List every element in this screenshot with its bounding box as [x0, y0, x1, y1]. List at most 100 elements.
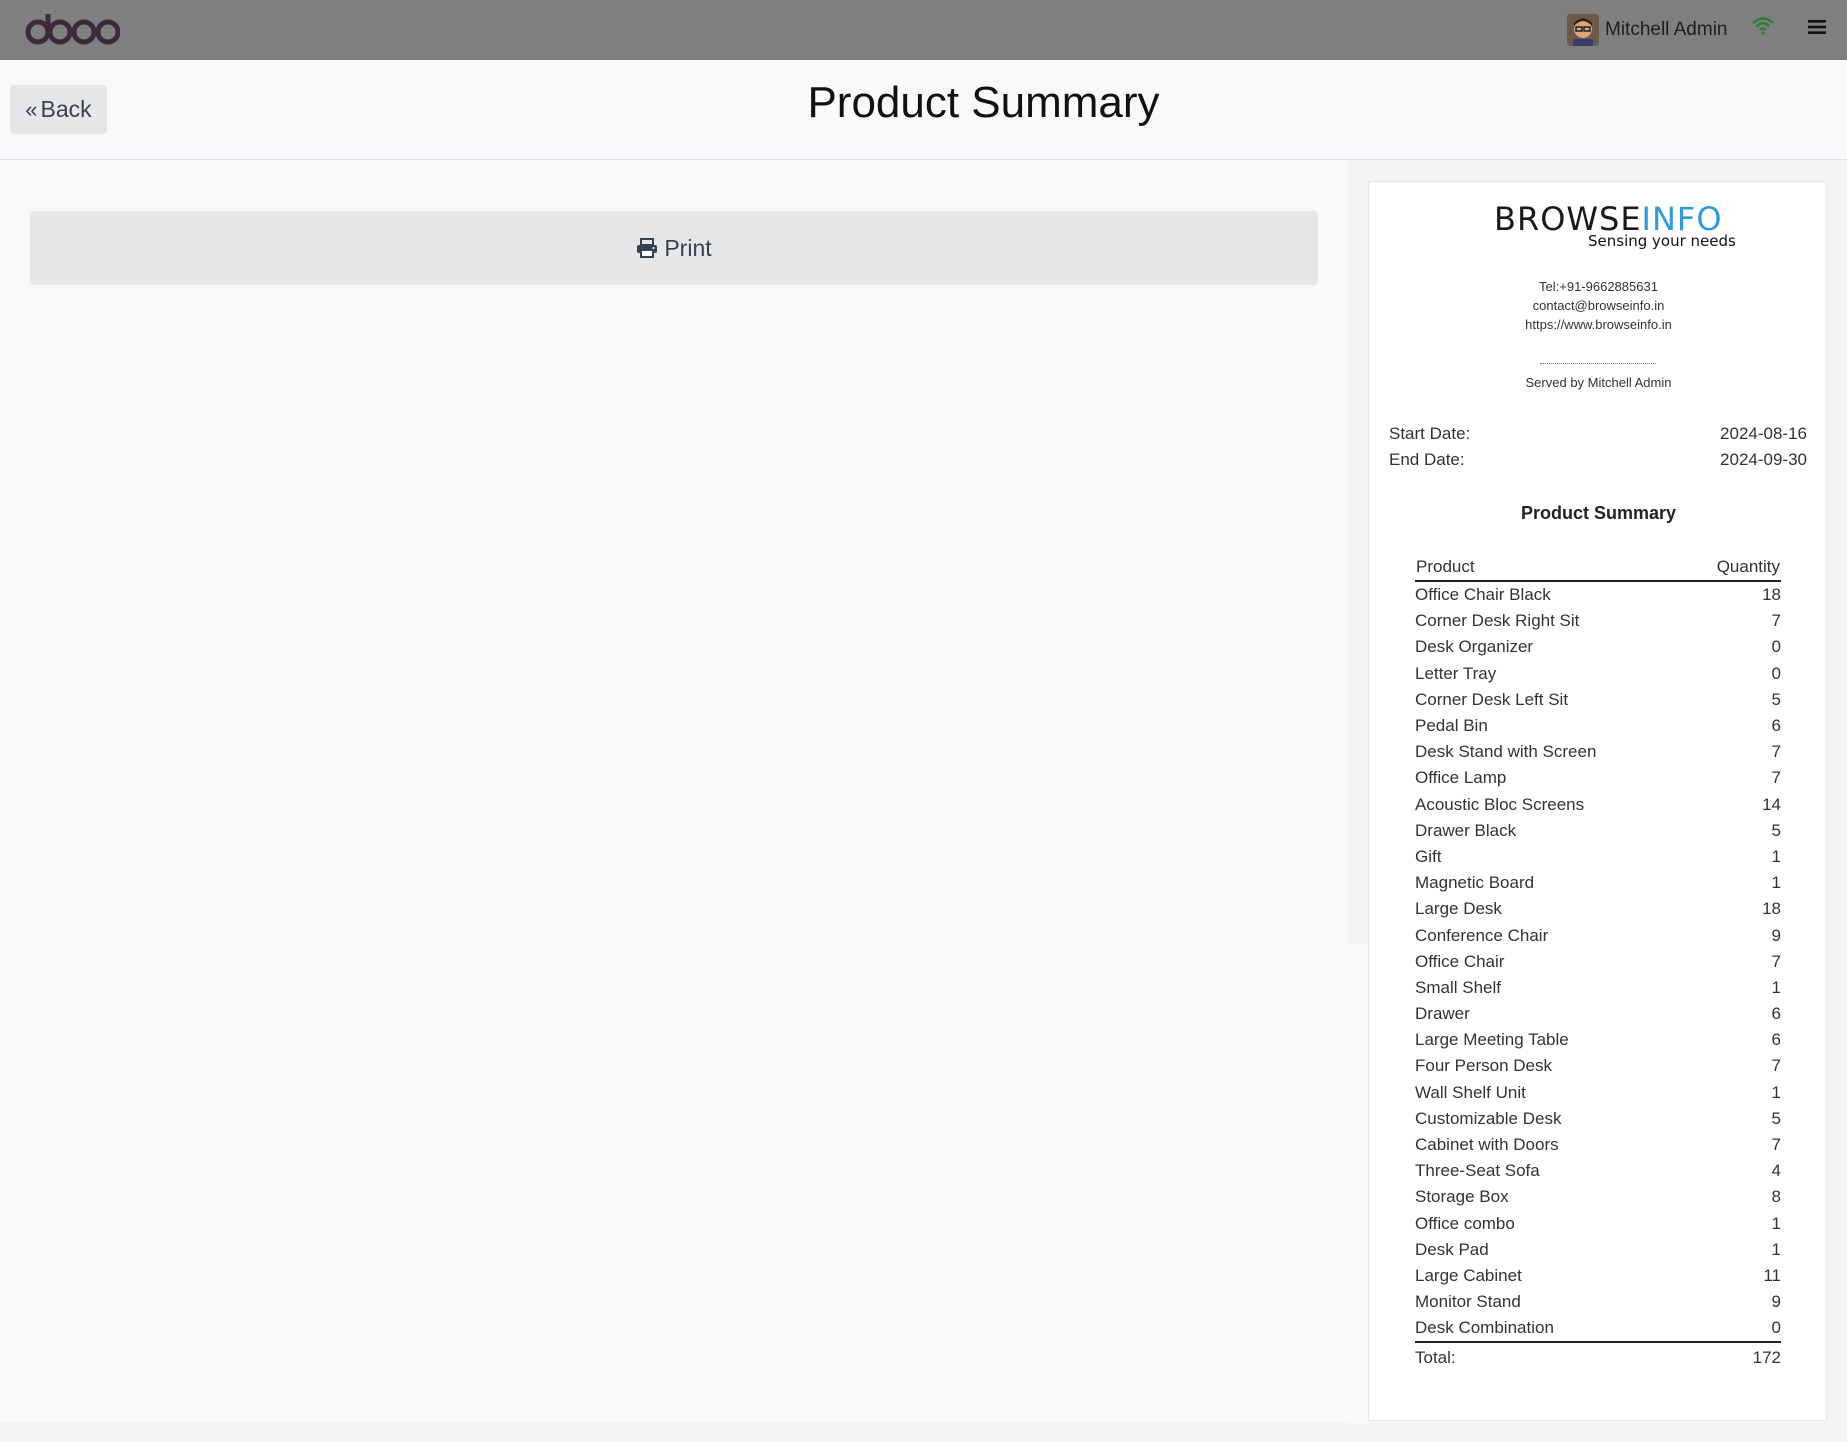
receipt: BROWSEINFO Sensing your needs Tel:+91-96… — [1368, 181, 1827, 1421]
product-quantity: 1 — [1771, 846, 1781, 866]
table-row: Cabinet with Doors 7 — [1415, 1132, 1781, 1158]
table-row: Office combo 1 — [1415, 1211, 1781, 1237]
product-name: Drawer Black — [1415, 820, 1517, 840]
product-name: Corner Desk Left Sit — [1415, 689, 1569, 709]
print-label: Print — [664, 234, 712, 261]
product-name: Office combo — [1415, 1213, 1515, 1233]
table-row: Desk Combination 0 — [1415, 1315, 1781, 1344]
product-name: Desk Combination — [1415, 1315, 1685, 1344]
table-header-row: Product Quantity — [1415, 554, 1781, 582]
table-row: Desk Pad 1 — [1415, 1237, 1781, 1263]
product-name: Acoustic Bloc Screens — [1415, 794, 1585, 814]
product-quantity: 1 — [1771, 1239, 1781, 1259]
table-row: Letter Tray 0 — [1415, 661, 1781, 687]
page-header: « Back Product Summary — [0, 60, 1847, 160]
odoo-logo[interactable] — [24, 10, 120, 50]
table-row: Three-Seat Sofa 4 — [1415, 1158, 1781, 1184]
product-name: Letter Tray — [1415, 663, 1497, 683]
table-row: Office Chair 7 — [1415, 949, 1781, 975]
company-email: contact@browseinfo.in — [1532, 298, 1665, 313]
product-quantity: 0 — [1771, 637, 1781, 657]
pane-divider — [1348, 945, 1368, 1423]
table-row: Large Cabinet 11 — [1415, 1263, 1781, 1289]
product-quantity: 8 — [1771, 1187, 1781, 1207]
product-quantity: 18 — [1762, 899, 1781, 919]
left-pane-footer — [0, 1422, 1348, 1442]
product-name: Gift — [1415, 846, 1442, 866]
product-name: Desk Stand with Screen — [1415, 742, 1597, 762]
end-date-label: End Date: — [1389, 450, 1465, 469]
company-tagline: Sensing your needs — [1588, 232, 1736, 250]
product-name: Cabinet with Doors — [1415, 1135, 1559, 1155]
product-name: Small Shelf — [1415, 977, 1501, 997]
product-quantity: 9 — [1771, 925, 1781, 945]
table-row: Desk Stand with Screen 7 — [1415, 739, 1781, 765]
table-row: Magnetic Board 1 — [1415, 870, 1781, 896]
company-phone: Tel:+91-9662885631 — [1539, 279, 1658, 294]
product-name: Wall Shelf Unit — [1415, 1082, 1526, 1102]
user-menu[interactable]: Mitchell Admin — [1567, 14, 1728, 46]
product-quantity: 11 — [1763, 1265, 1781, 1285]
product-quantity: 7 — [1771, 611, 1781, 631]
column-header-quantity: Quantity — [1684, 554, 1781, 582]
product-name: Customizable Desk — [1415, 1108, 1562, 1128]
start-date-value: 2024-08-16 — [1720, 424, 1807, 443]
table-row: Gift 1 — [1415, 844, 1781, 870]
table-row: Four Person Desk 7 — [1415, 1053, 1781, 1079]
table-row: Corner Desk Right Sit 7 — [1415, 608, 1781, 634]
product-quantity: 5 — [1771, 820, 1781, 840]
product-name: Desk Pad — [1415, 1239, 1489, 1259]
product-quantity: 7 — [1771, 1056, 1781, 1076]
product-name: Three-Seat Sofa — [1415, 1161, 1540, 1181]
product-quantity: 6 — [1771, 716, 1781, 736]
table-row: Drawer 6 — [1415, 1001, 1781, 1027]
product-quantity: 5 — [1771, 1108, 1781, 1128]
product-name: Office Lamp — [1415, 768, 1507, 788]
product-name: Office Chair — [1415, 951, 1505, 971]
wifi-icon — [1752, 17, 1774, 35]
product-quantity: 6 — [1771, 1030, 1781, 1050]
product-quantity: 1 — [1771, 1213, 1781, 1233]
printer-icon — [637, 238, 658, 258]
table-row: Acoustic Bloc Screens 14 — [1415, 792, 1781, 818]
left-pane: Print — [0, 161, 1348, 1422]
print-button[interactable]: Print — [30, 211, 1318, 285]
product-quantity: 0 — [1771, 663, 1781, 683]
end-date-row: End Date: 2024-09-30 — [1389, 450, 1807, 470]
table-row: Monitor Stand 9 — [1415, 1289, 1781, 1315]
table-row: Office Lamp 7 — [1415, 765, 1781, 791]
product-name: Conference Chair — [1415, 925, 1549, 945]
total-row: Total: 172 — [1415, 1342, 1781, 1373]
table-row: Large Desk 18 — [1415, 896, 1781, 922]
product-quantity: 6 — [1771, 1004, 1781, 1024]
product-name: Four Person Desk — [1415, 1056, 1552, 1076]
hamburger-menu-icon[interactable] — [1808, 19, 1826, 35]
product-table-body: Office Chair Black 18 Corner Desk Right Si… — [1415, 581, 1781, 1344]
product-quantity: 14 — [1762, 794, 1781, 814]
user-name: Mitchell Admin — [1605, 19, 1728, 40]
end-date-value: 2024-09-30 — [1720, 450, 1807, 469]
product-name: Pedal Bin — [1415, 716, 1488, 736]
product-quantity: 5 — [1771, 689, 1781, 709]
product-name: Desk Organizer — [1415, 637, 1534, 657]
separator — [1540, 363, 1656, 364]
page-title: Product Summary — [807, 78, 1160, 127]
product-name: Storage Box — [1415, 1187, 1509, 1207]
table-row: Large Meeting Table 6 — [1415, 1027, 1781, 1053]
product-name: Magnetic Board — [1415, 873, 1535, 893]
product-name: Office Chair Black — [1415, 585, 1551, 605]
product-quantity: 1 — [1771, 977, 1781, 997]
product-name: Corner Desk Right Sit — [1415, 611, 1580, 631]
total-value: 172 — [1752, 1348, 1781, 1368]
table-row: Drawer Black 5 — [1415, 818, 1781, 844]
table-row: Corner Desk Left Sit 5 — [1415, 687, 1781, 713]
product-table: Product Quantity Office Chair Black 18 Cor… — [1415, 554, 1781, 1373]
product-quantity: 7 — [1771, 742, 1781, 762]
product-name: Drawer — [1415, 1004, 1470, 1024]
start-date-label: Start Date: — [1389, 424, 1471, 443]
table-row: Office Chair Black 18 — [1415, 581, 1781, 608]
start-date-row: Start Date: 2024-08-16 — [1389, 424, 1807, 444]
product-quantity: 7 — [1771, 1135, 1781, 1155]
table-row: Storage Box 8 — [1415, 1184, 1781, 1210]
product-name: Large Desk — [1415, 899, 1502, 919]
